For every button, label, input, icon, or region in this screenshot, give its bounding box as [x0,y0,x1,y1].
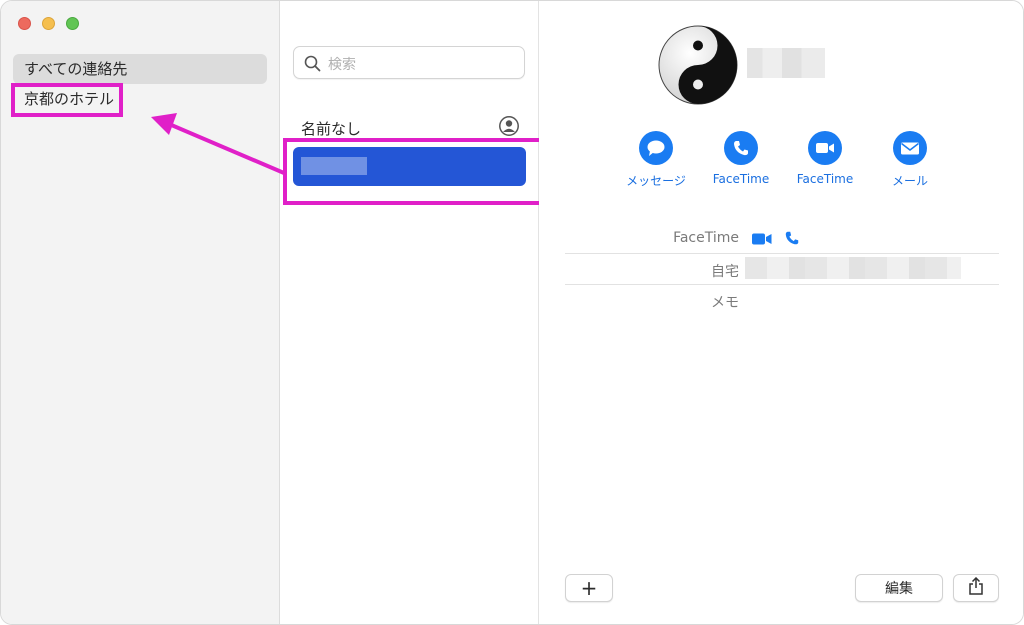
message-action-button[interactable]: メッセージ [611,131,701,189]
redacted-home-address [745,257,961,279]
field-separator [565,253,999,254]
mail-action-button[interactable]: メール [865,131,955,189]
edit-button[interactable]: 編集 [855,574,943,602]
phone-icon [724,131,758,165]
share-button[interactable] [953,574,999,602]
contact-detail-pane: メッセージ FaceTime FaceTime メール FaceTime 自宅 … [539,1,1023,624]
video-camera-icon [808,131,842,165]
field-separator [565,284,999,285]
facetime-audio-button[interactable]: FaceTime [696,131,786,186]
facetime-field-label: FaceTime [673,230,739,246]
facetime-video-button[interactable]: FaceTime [780,131,870,186]
facetime-audio-small-icon[interactable] [784,230,800,250]
contacts-window: すべての連絡先 京都のホテル 検索 名前なし メッセージ FaceTime Fa… [0,0,1024,625]
facetime-video-small-icon[interactable] [752,231,772,250]
envelope-icon [893,131,927,165]
share-icon [968,576,984,599]
home-field-label: 自宅 [711,264,739,280]
yin-yang-avatar-icon [657,24,739,110]
add-button[interactable]: + [565,574,613,602]
redacted-contact-name [747,48,825,78]
message-bubble-icon [639,131,673,165]
memo-field-label: メモ [711,295,739,311]
